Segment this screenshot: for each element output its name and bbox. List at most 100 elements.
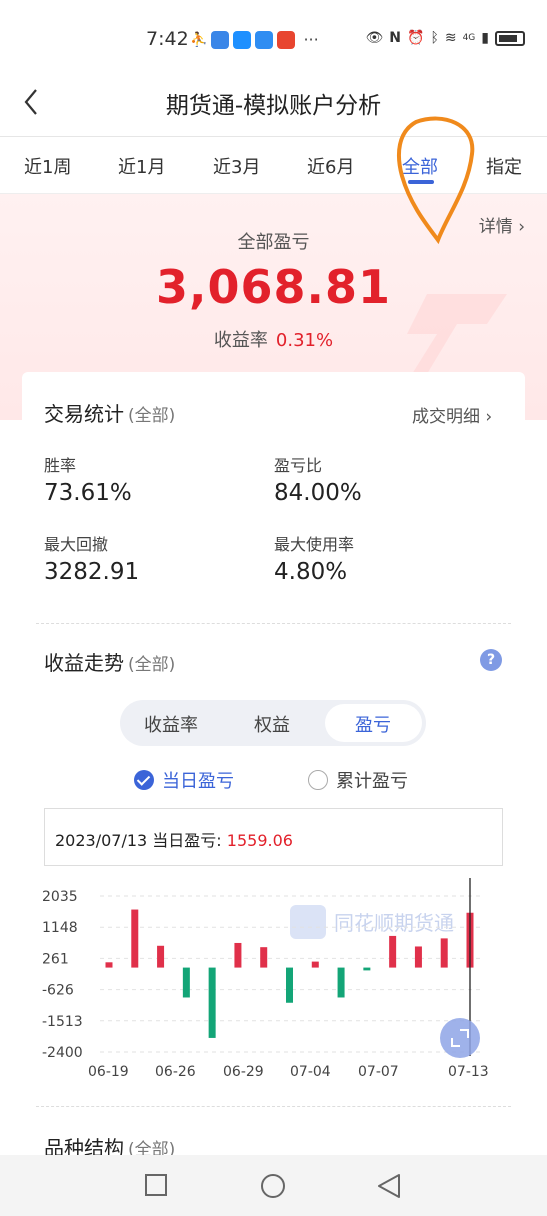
y-tick-label: -2400	[42, 1045, 83, 1061]
y-tick-label: 2035	[42, 889, 78, 905]
radio-daily-label: 当日盈亏	[162, 771, 234, 792]
pnl-bar	[363, 967, 371, 971]
pnl-bar	[131, 909, 139, 968]
bluetooth-icon: ᛒ	[430, 30, 439, 46]
pnl-bar	[414, 946, 422, 968]
system-nav-bar	[0, 1155, 547, 1216]
trade-stats-scope: (全部)	[128, 406, 176, 426]
recent-apps-icon[interactable]	[145, 1174, 167, 1196]
more-icon: ···	[303, 30, 319, 49]
total-pnl-label: 全部盈亏	[237, 232, 310, 253]
pnl-bar	[286, 967, 293, 1003]
pnl-bar	[311, 961, 319, 968]
home-icon[interactable]	[260, 1173, 286, 1199]
battery-icon	[495, 30, 525, 46]
pnl-bar	[208, 967, 216, 1038]
radio-cumulative-pnl[interactable]: 累计盈亏	[308, 767, 408, 793]
period-tabs: 近1周 近1月 近3月 近6月 全部 指定	[0, 136, 547, 194]
x-tick-label: 07-07	[358, 1064, 399, 1080]
wifi-icon: ≋	[444, 30, 457, 46]
tooltip-text: 2023/07/13 当日盈亏: 1559.06	[55, 827, 293, 851]
back-nav-icon[interactable]	[377, 1173, 401, 1199]
pnl-bar	[105, 962, 113, 968]
red-app-icon	[277, 30, 296, 49]
y-tick-label: -1513	[42, 1014, 83, 1030]
pnl-bar	[389, 935, 397, 968]
tooltip-value: 1559.06	[226, 831, 293, 850]
section-divider-2	[36, 1106, 511, 1107]
tab-all[interactable]: 全部	[402, 153, 438, 179]
total-pnl-value: 3,068.81	[156, 260, 391, 314]
section-divider	[36, 623, 511, 624]
trade-stats-title-text: 交易统计	[44, 402, 124, 426]
segment-return-rate[interactable]: 收益率	[144, 711, 198, 737]
pl-ratio-value: 84.00%	[274, 480, 362, 506]
active-tab-indicator	[408, 180, 434, 184]
tab-1-week[interactable]: 近1周	[24, 153, 71, 179]
pnl-bar	[337, 967, 345, 998]
trade-detail-link[interactable]: 成交明细 ›	[412, 402, 492, 427]
expand-chart-button[interactable]	[440, 1018, 480, 1058]
max-usage-value: 4.80%	[274, 559, 348, 585]
x-tick-label: 06-19	[88, 1064, 129, 1080]
network-label: 4G	[462, 33, 476, 43]
trade-stats-title: 交易统计 (全部)	[44, 398, 175, 427]
trend-scope: (全部)	[128, 655, 176, 675]
x-tick-label: 07-04	[290, 1064, 331, 1080]
status-app-icons: ⛹ ···	[190, 30, 319, 49]
search-app-icon	[255, 30, 274, 49]
segment-pnl[interactable]: 盈亏	[355, 711, 391, 737]
chart-app-icon	[211, 30, 230, 49]
app-header: 期货通-模拟账户分析	[0, 80, 547, 136]
person-icon: ⛹	[190, 31, 208, 48]
max-usage-label: 最大使用率	[274, 535, 355, 554]
return-rate: 收益率 0.31%	[0, 326, 547, 352]
y-tick-label: -626	[42, 983, 74, 999]
radio-daily-pnl[interactable]: 当日盈亏	[134, 767, 234, 793]
max-drawdown-label: 最大回撤	[44, 535, 109, 554]
radio-unchecked-icon	[308, 770, 328, 790]
cloud-app-icon	[233, 30, 252, 49]
x-tick-label: 06-26	[155, 1064, 196, 1080]
x-tick-label: 07-13	[448, 1064, 489, 1080]
help-icon[interactable]: ?	[480, 649, 502, 671]
status-bar: 7:42 ⛹ ··· 👁 N ⏰ ᛒ ≋ 4G ▮	[0, 0, 547, 80]
x-tick-label: 06-29	[223, 1064, 264, 1080]
y-tick-label: 261	[42, 951, 69, 967]
tab-3-months[interactable]: 近3月	[213, 153, 260, 179]
nfc-icon: N	[389, 30, 401, 46]
signal-icon: ▮	[481, 30, 489, 46]
trend-title-text: 收益走势	[44, 651, 124, 675]
pl-ratio-label: 盈亏比	[274, 456, 323, 475]
chart-tooltip: 2023/07/13 当日盈亏: 1559.06	[44, 808, 503, 866]
segment-equity[interactable]: 权益	[254, 711, 290, 737]
alarm-icon: ⏰	[407, 30, 425, 46]
win-rate-label: 胜率	[44, 456, 77, 475]
metric-segmented-control: 收益率 权益 盈亏	[120, 700, 426, 746]
radio-cumulative-label: 累计盈亏	[336, 771, 408, 792]
pnl-bar	[182, 967, 190, 998]
page-title: 期货通-模拟账户分析	[165, 93, 382, 119]
status-time: 7:42	[146, 28, 189, 50]
pnl-bar	[440, 938, 448, 968]
analysis-card: 交易统计 (全部) 成交明细 › 胜率 73.61% 盈亏比 84.00% 最大回…	[22, 372, 525, 1172]
daily-pnl-chart[interactable]: 同花顺期货通 2035 1148 261 -626 -1513 -2400 06-19 06-2…	[22, 878, 525, 1098]
max-drawdown-value: 3282.91	[44, 559, 140, 585]
win-rate-value: 73.61%	[44, 480, 132, 506]
status-system-icons: 👁 N ⏰ ᛒ ≋ 4G ▮	[365, 30, 525, 46]
trend-title: 收益走势 (全部)	[44, 647, 175, 676]
tab-1-month[interactable]: 近1月	[118, 153, 165, 179]
tab-6-months[interactable]: 近6月	[307, 153, 354, 179]
y-tick-label: 1148	[42, 920, 78, 936]
eye-icon: 👁	[365, 30, 384, 46]
return-rate-value: 0.31%	[275, 330, 334, 351]
pnl-bar	[234, 942, 242, 968]
pnl-bar	[157, 945, 165, 968]
watermark-logo-icon	[290, 905, 326, 939]
daily-pnl-chart-svg: 同花顺期货通 2035 1148 261 -626 -1513 -2400 06-19 06-2…	[42, 878, 489, 1080]
pnl-bar	[260, 947, 268, 968]
return-rate-label: 收益率	[213, 330, 268, 351]
tooltip-label: 2023/07/13 当日盈亏:	[55, 831, 222, 850]
tab-custom[interactable]: 指定	[486, 153, 522, 179]
radio-checked-icon	[134, 770, 154, 790]
